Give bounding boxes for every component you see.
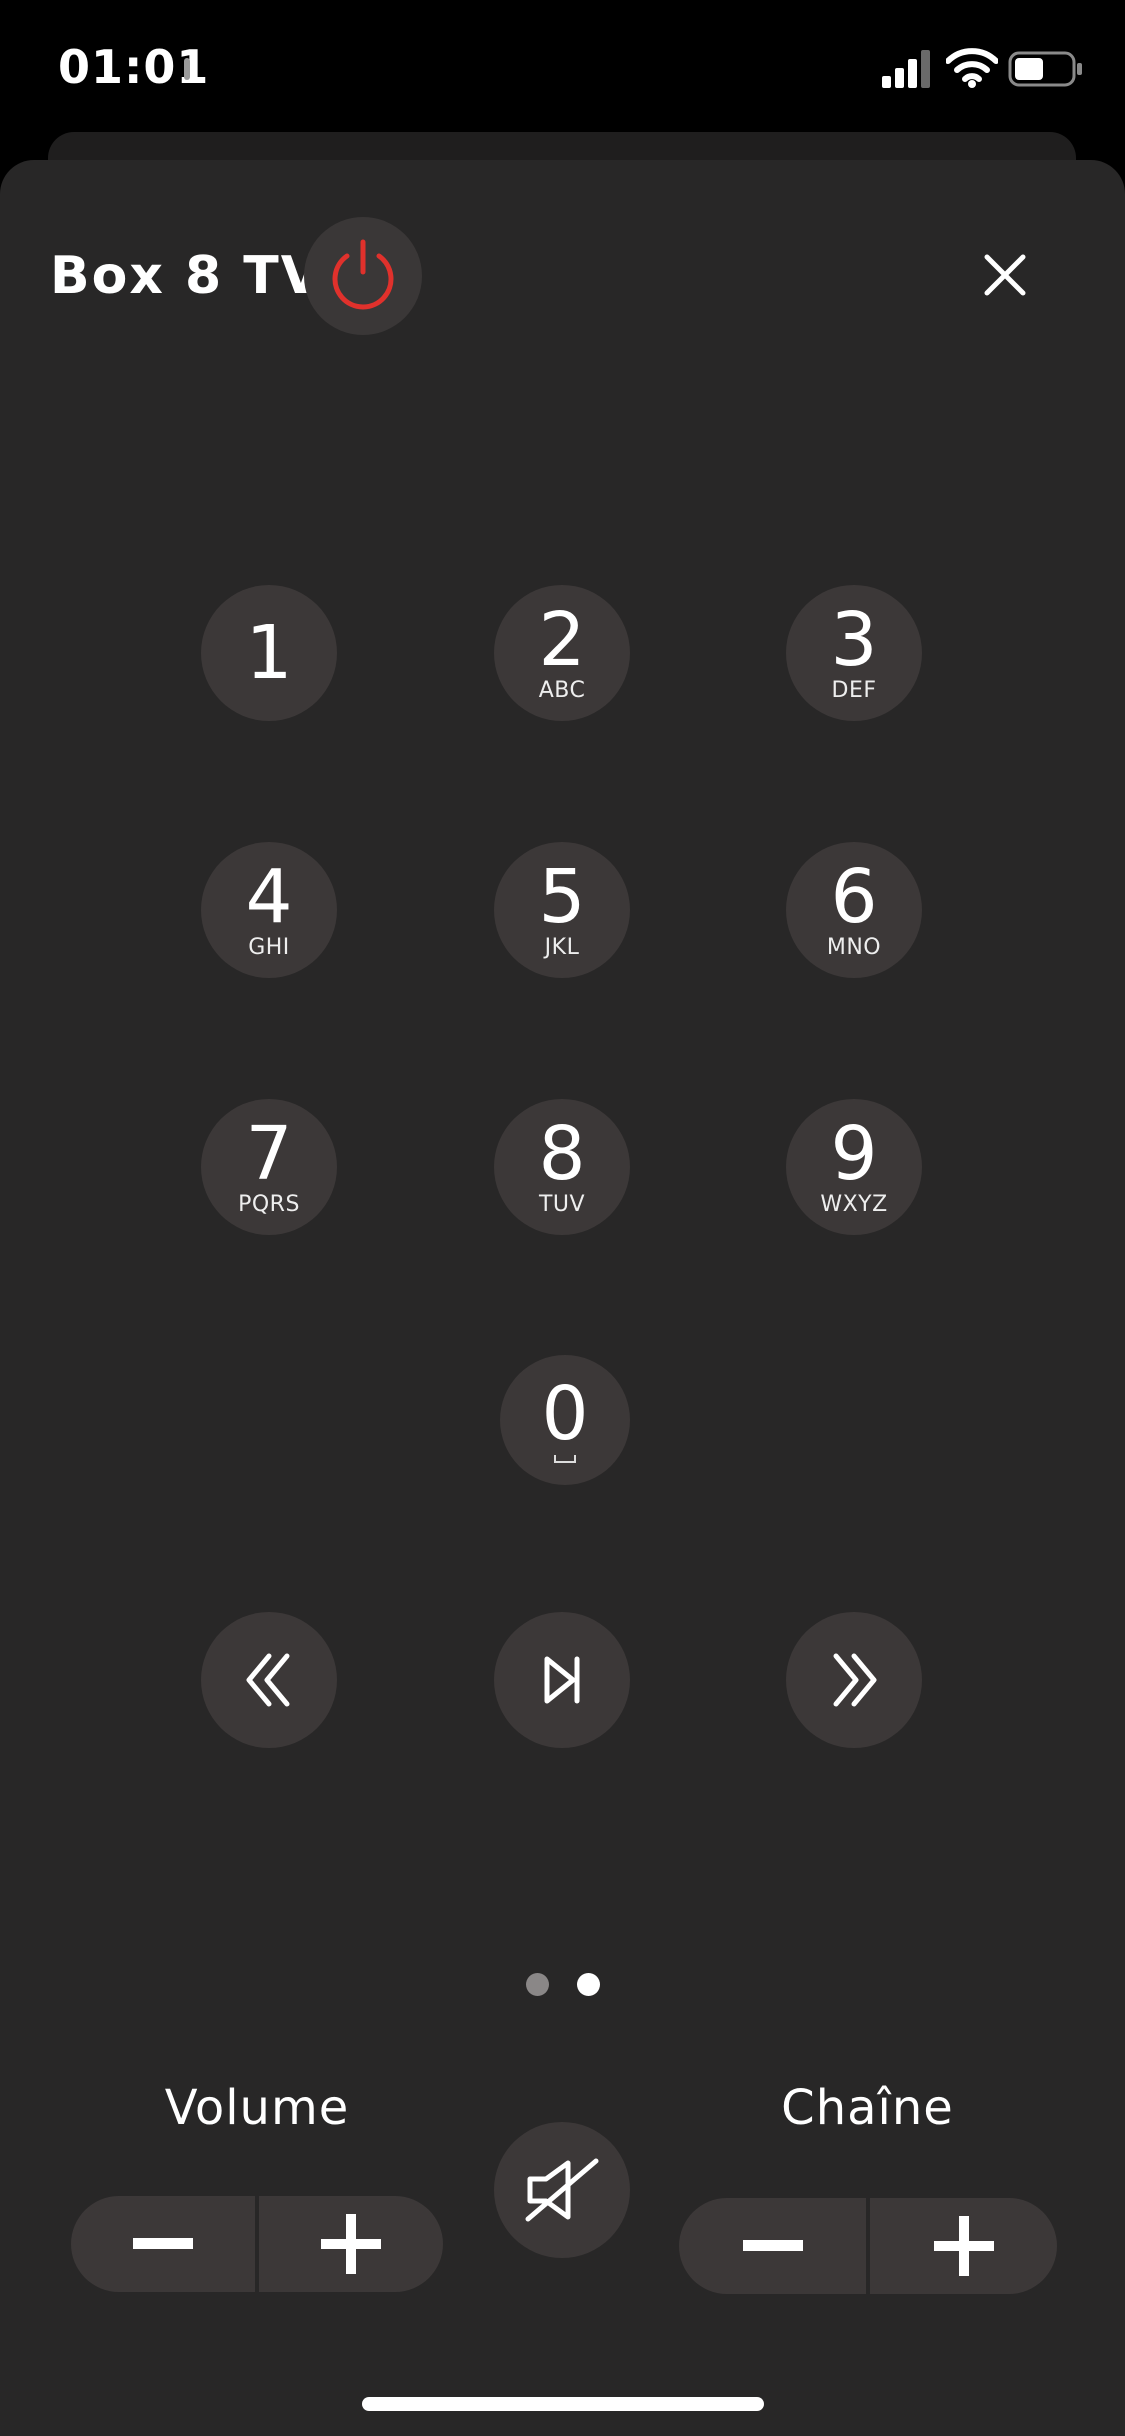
power-icon: [332, 239, 394, 310]
device-title: Box 8 TV: [50, 246, 324, 306]
channel-label: Chaîne: [781, 2080, 954, 2136]
channel-rocker: [679, 2198, 1057, 2294]
volume-up-button[interactable]: [259, 2196, 443, 2292]
channel-up-button[interactable]: [870, 2198, 1057, 2294]
page-dot-1[interactable]: [525, 1973, 549, 1996]
key-digit: 1: [245, 610, 293, 696]
key-digit: 9: [830, 1111, 878, 1197]
key-2[interactable]: 2 ABC: [494, 585, 630, 721]
volume-label: Volume: [164, 2080, 350, 2136]
cellular-signal-icon: [882, 50, 930, 88]
page-indicator: [0, 1973, 1125, 1996]
key-digit: 8: [538, 1111, 586, 1197]
minus-icon: [133, 2238, 193, 2249]
key-letters: GHI: [248, 935, 290, 960]
key-digit: 0: [541, 1371, 589, 1457]
key-7[interactable]: 7 PQRS: [201, 1099, 337, 1235]
close-button[interactable]: [975, 245, 1035, 305]
key-digit: 7: [245, 1111, 293, 1197]
play-pause-button[interactable]: [494, 1612, 630, 1748]
plus-icon: [933, 2216, 994, 2276]
key-letters: PQRS: [238, 1192, 300, 1217]
location-indicator: [184, 58, 190, 80]
key-9[interactable]: 9 WXYZ: [786, 1099, 922, 1235]
key-6[interactable]: 6 MNO: [786, 842, 922, 978]
key-letters: JKL: [544, 935, 580, 960]
key-3[interactable]: 3 DEF: [786, 585, 922, 721]
fast-forward-icon: [833, 1653, 877, 1707]
key-letters: MNO: [826, 935, 882, 960]
key-8[interactable]: 8 TUV: [494, 1099, 630, 1235]
key-letters: TUV: [538, 1192, 586, 1217]
battery-icon: [1008, 51, 1082, 87]
key-digit: 3: [830, 597, 878, 683]
page-dot-2[interactable]: [576, 1973, 600, 1996]
fast-forward-button[interactable]: [786, 1612, 922, 1748]
mute-button[interactable]: [494, 2122, 630, 2258]
key-letters: ABC: [538, 678, 586, 703]
channel-down-button[interactable]: [679, 2198, 866, 2294]
rewind-icon: [246, 1653, 290, 1707]
volume-rocker: [71, 2196, 443, 2292]
plus-icon: [321, 2214, 381, 2274]
play-pause-icon: [544, 1656, 580, 1704]
key-letters: WXYZ: [820, 1192, 888, 1217]
key-4[interactable]: 4 GHI: [201, 842, 337, 978]
home-indicator[interactable]: [362, 2397, 764, 2411]
close-icon: [984, 254, 1026, 296]
key-digit: 2: [538, 597, 586, 683]
space-icon: [554, 1455, 576, 1463]
key-letters: DEF: [831, 678, 877, 703]
key-1[interactable]: 1: [201, 585, 337, 721]
status-bar: 01:01: [0, 0, 1125, 140]
rewind-button[interactable]: [201, 1612, 337, 1748]
key-5[interactable]: 5 JKL: [494, 842, 630, 978]
key-digit: 6: [830, 854, 878, 940]
power-button[interactable]: [304, 217, 422, 335]
key-digit: 5: [538, 854, 586, 940]
key-digit: 4: [245, 854, 293, 940]
minus-icon: [742, 2240, 803, 2251]
key-0[interactable]: 0: [500, 1355, 630, 1485]
volume-down-button[interactable]: [71, 2196, 255, 2292]
wifi-icon: [946, 48, 998, 88]
mute-icon: [525, 2158, 599, 2222]
